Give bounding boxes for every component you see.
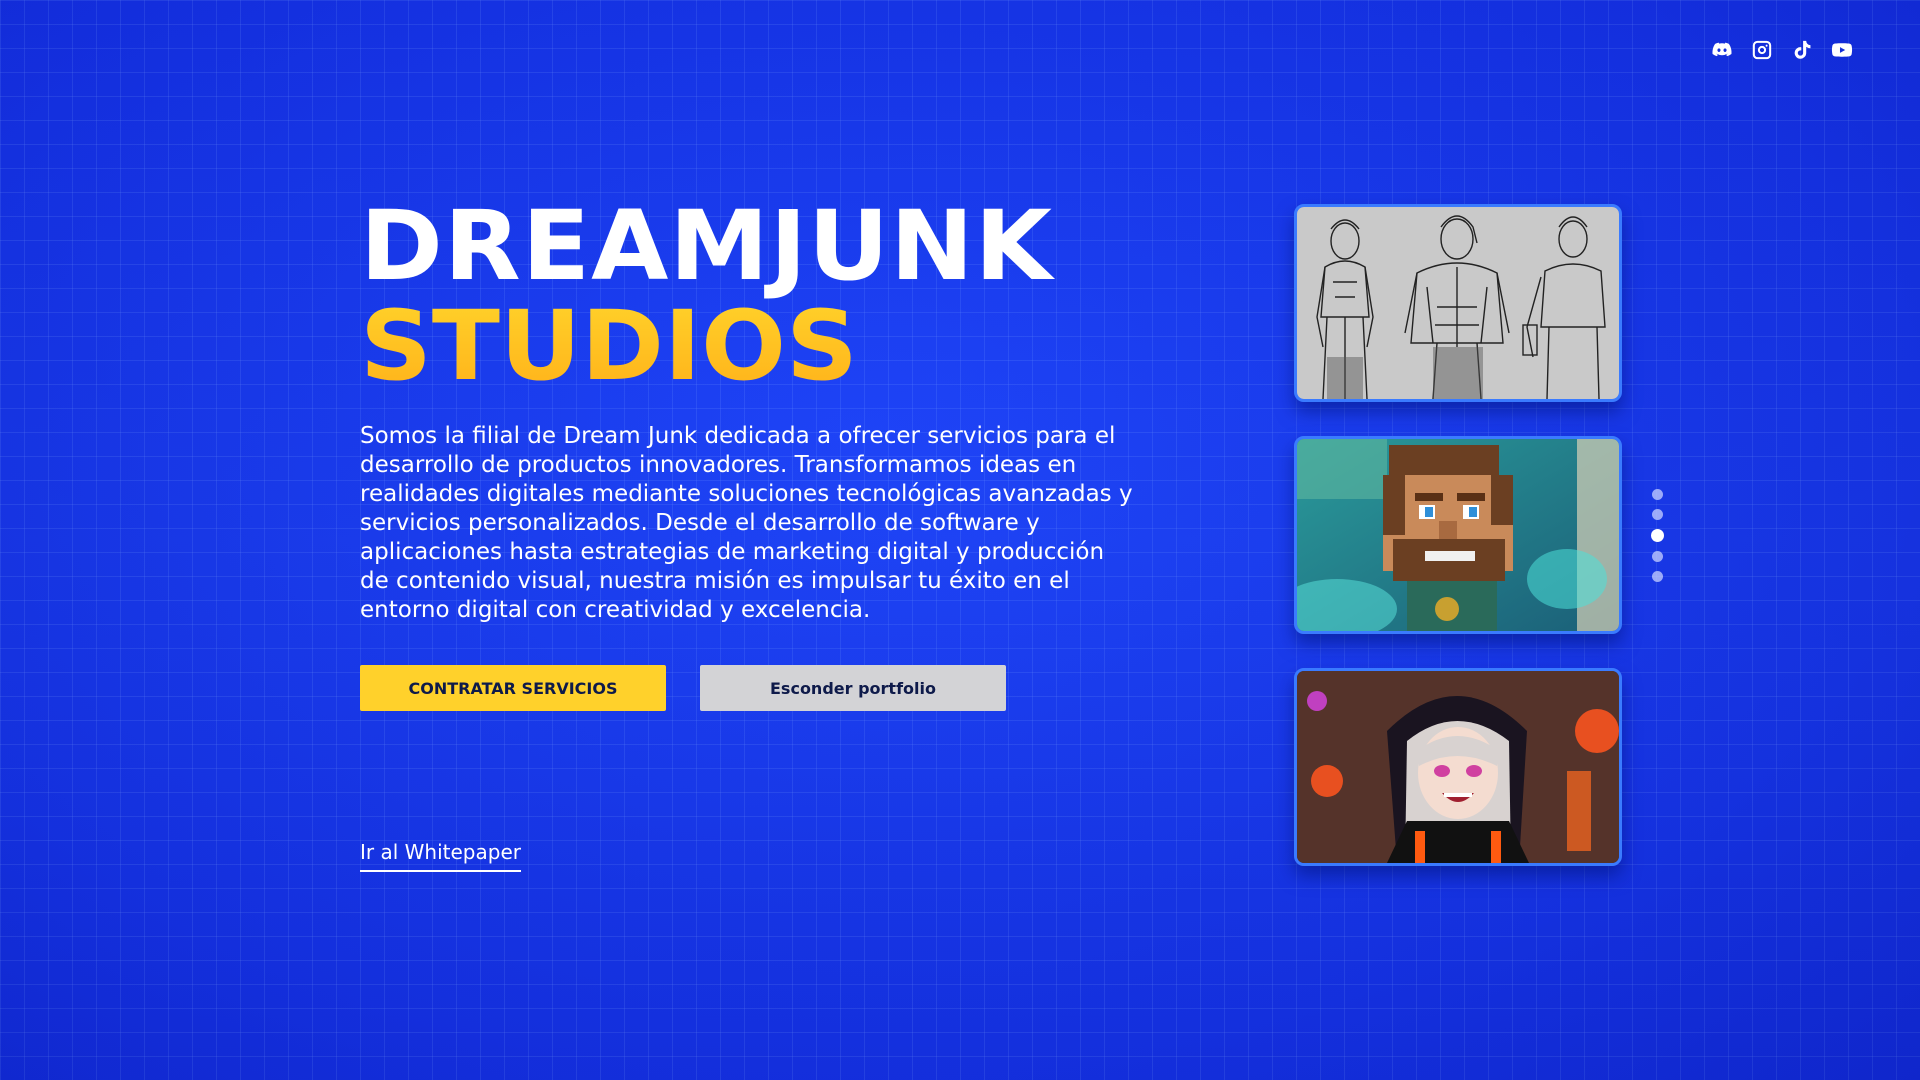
hero-subtitle: STUDIOS (360, 296, 1192, 396)
social-links (1710, 38, 1854, 62)
anime-character-image (1297, 671, 1619, 863)
hero-section: DREAMJUNK STUDIOS Somos la filial de Dre… (360, 196, 1160, 648)
instagram-icon[interactable] (1750, 38, 1774, 62)
hire-services-button[interactable]: CONTRATAR SERVICIOS (360, 665, 666, 711)
carousel-dot[interactable] (1652, 551, 1663, 562)
youtube-icon[interactable] (1830, 38, 1854, 62)
hide-portfolio-button[interactable]: Esconder portfolio (700, 665, 1006, 711)
discord-icon[interactable] (1710, 38, 1734, 62)
whitepaper-link[interactable]: Ir al Whitepaper (360, 840, 521, 872)
carousel-dot-active[interactable] (1651, 529, 1664, 542)
tiktok-icon[interactable] (1790, 38, 1814, 62)
portfolio-card-sketch[interactable] (1294, 204, 1622, 402)
hero-actions: CONTRATAR SERVICIOS Esconder portfolio (360, 665, 1006, 711)
portfolio-card-voxel[interactable] (1294, 436, 1622, 634)
voxel-character-image (1297, 439, 1619, 631)
carousel-dot[interactable] (1652, 509, 1663, 520)
carousel-indicators (1651, 489, 1664, 582)
portfolio-gallery (1294, 204, 1622, 900)
portfolio-card-anime[interactable] (1294, 668, 1622, 866)
sketch-characters-image (1297, 207, 1619, 399)
carousel-dot[interactable] (1652, 571, 1663, 582)
hero-title: DREAMJUNK (360, 190, 1054, 302)
carousel-dot[interactable] (1652, 489, 1663, 500)
hero-description: Somos la filial de Dream Junk dedicada a… (360, 423, 1133, 623)
